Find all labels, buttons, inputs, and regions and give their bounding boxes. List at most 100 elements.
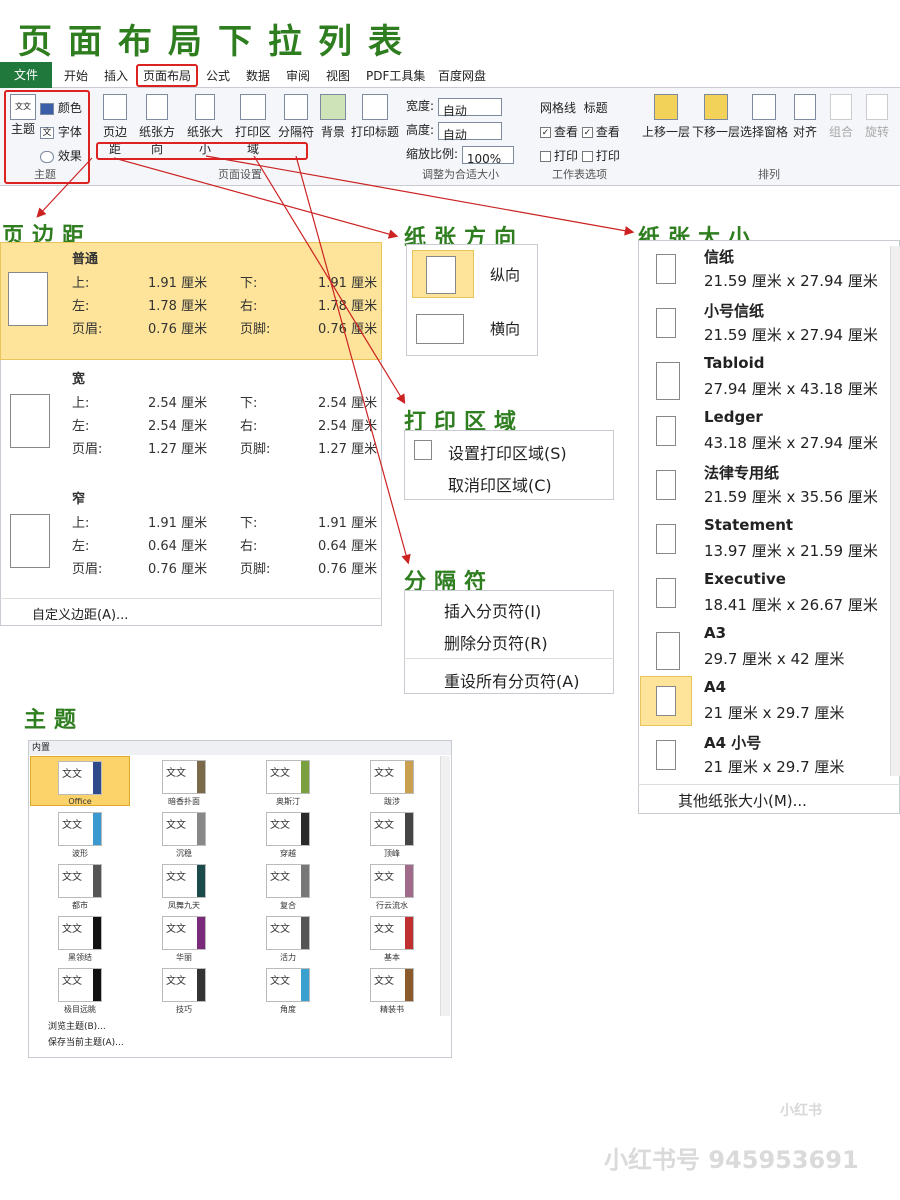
bring-forward-button[interactable]: 上移一层 [642, 94, 690, 140]
margin-right-label: 右: [240, 419, 258, 434]
set-print-area-item[interactable]: 设置打印区域(S) [448, 440, 567, 464]
theme-thumbnail-text: 文文 [62, 924, 82, 935]
theme-option[interactable]: 文文 Office [30, 756, 130, 806]
scale-group: 宽度: 自动 高度: 自动 缩放比例: 100% [406, 94, 514, 166]
reset-breaks-item[interactable]: 重设所有分页符(A) [444, 668, 579, 692]
margin-bottom-value: 1.91 厘米 [318, 276, 378, 291]
theme-option[interactable]: 文文 行云流水 [342, 860, 442, 910]
save-theme-item[interactable]: 保存当前主题(A)... [48, 1035, 124, 1048]
theme-option[interactable]: 文文 跋涉 [342, 756, 442, 806]
theme-name: Office [68, 797, 92, 806]
breaks-button[interactable]: 分隔符 [278, 94, 314, 140]
rotate-button[interactable]: 旋转 [862, 94, 892, 140]
theme-name: 精装书 [380, 1005, 404, 1014]
send-backward-icon [704, 94, 728, 120]
theme-option[interactable]: 文文 精装书 [342, 964, 442, 1014]
paper-size-item[interactable]: Ledger 43.18 厘米 x 27.94 厘米 [640, 408, 888, 462]
print-titles-button[interactable]: 打印标题 [350, 94, 400, 140]
theme-option[interactable]: 文文 基本 [342, 912, 442, 962]
theme-option[interactable]: 文文 奥斯汀 [238, 756, 338, 806]
selection-pane-button[interactable]: 选择窗格 [740, 94, 788, 140]
headings-print-checkbox[interactable] [581, 151, 593, 162]
theme-accent-bar [405, 865, 413, 897]
tab-home[interactable]: 开始 [64, 67, 88, 84]
paper-size-item[interactable]: 法律专用纸 21.59 厘米 x 35.56 厘米 [640, 462, 888, 516]
clear-print-area-item[interactable]: 取消印区域(C) [448, 472, 552, 496]
theme-option[interactable]: 文文 复合 [238, 860, 338, 910]
custom-margins-item[interactable]: 自定义边距(A)... [32, 604, 128, 623]
theme-thumbnail: 文文 [370, 812, 414, 846]
width-select[interactable]: 自动 [437, 97, 502, 118]
theme-thumbnail-text: 文文 [374, 820, 394, 831]
tab-view[interactable]: 视图 [326, 67, 350, 84]
tab-pdf-tools[interactable]: PDF工具集 [366, 67, 425, 84]
theme-option[interactable]: 文文 顶峰 [342, 808, 442, 858]
scale-input[interactable]: 100% [461, 145, 514, 166]
paper-size-item[interactable]: Statement 13.97 厘米 x 21.59 厘米 [640, 516, 888, 570]
theme-option[interactable]: 文文 华丽 [134, 912, 234, 962]
theme-option[interactable]: 文文 穿越 [238, 808, 338, 858]
margin-header-value: 0.76 厘米 [148, 562, 208, 577]
remove-break-item[interactable]: 删除分页符(R) [444, 630, 548, 654]
align-label: 对齐 [792, 125, 817, 139]
print-titles-label: 打印标题 [350, 125, 399, 139]
theme-accent-bar [93, 813, 101, 845]
theme-option[interactable]: 文文 暗香扑面 [134, 756, 234, 806]
theme-thumbnail: 文文 [266, 968, 310, 1002]
theme-thumbnail: 文文 [58, 812, 102, 846]
gridlines-print-checkbox[interactable] [540, 151, 551, 162]
landscape-option[interactable]: 横向 [490, 318, 520, 339]
theme-option[interactable]: 文文 活力 [238, 912, 338, 962]
height-select[interactable]: 自动 [437, 121, 502, 142]
tab-insert[interactable]: 插入 [104, 67, 128, 84]
group-button[interactable]: 组合 [826, 94, 856, 140]
background-button[interactable]: 背景 [318, 94, 348, 140]
browse-themes-item[interactable]: 浏览主题(B)... [48, 1019, 106, 1032]
paper-size-item[interactable]: 小号信纸 21.59 厘米 x 27.94 厘米 [640, 300, 888, 354]
theme-option[interactable]: 文文 极目远眺 [30, 964, 130, 1014]
theme-option[interactable]: 文文 角度 [238, 964, 338, 1014]
margin-top-label: 上: [72, 516, 90, 531]
send-backward-button[interactable]: 下移一层 [692, 94, 740, 140]
theme-thumbnail-text: 文文 [166, 924, 186, 935]
paper-size-item[interactable]: 信纸 21.59 厘米 x 27.94 厘米 [640, 246, 888, 300]
theme-option[interactable]: 文文 凤舞九天 [134, 860, 234, 910]
tab-formulas[interactable]: 公式 [206, 67, 230, 84]
theme-accent-bar [405, 813, 413, 845]
paper-page-icon [656, 740, 676, 770]
tab-baidu-netdisk[interactable]: 百度网盘 [438, 67, 486, 84]
margins-icon [103, 94, 127, 120]
gridlines-view-checkbox[interactable]: ✓ [540, 127, 551, 138]
paper-size-item[interactable]: Executive 18.41 厘米 x 26.67 厘米 [640, 570, 888, 624]
tab-page-layout[interactable]: 页面布局 [136, 64, 199, 87]
theme-colors-button[interactable]: 颜色 [40, 96, 82, 120]
paper-size-item[interactable]: A4 小号 21 厘米 x 29.7 厘米 [640, 732, 888, 786]
align-icon [794, 94, 816, 120]
theme-option[interactable]: 文文 技巧 [134, 964, 234, 1014]
tab-review[interactable]: 审阅 [286, 67, 310, 84]
theme-option[interactable]: 文文 波形 [30, 808, 130, 858]
theme-option[interactable]: 文文 都市 [30, 860, 130, 910]
effects-label: 效果 [57, 149, 82, 163]
paper-size-name: Executive [704, 570, 786, 588]
theme-name: 暗香扑面 [168, 797, 200, 806]
align-button[interactable]: 对齐 [790, 94, 820, 140]
theme-effects-button[interactable]: 效果 [40, 144, 82, 168]
paper-size-divider [638, 784, 900, 785]
paper-size-item[interactable]: A4 21 厘米 x 29.7 厘米 [640, 678, 888, 732]
paper-size-item[interactable]: A3 29.7 厘米 x 42 厘米 [640, 624, 888, 678]
headings-view-checkbox[interactable]: ✓ [581, 127, 593, 138]
more-paper-sizes-item[interactable]: 其他纸张大小(M)... [678, 790, 807, 811]
theme-fonts-button[interactable]: 文 字体 [40, 120, 82, 144]
theme-thumbnail: 文文 [266, 916, 310, 950]
theme-button[interactable]: 文文 主题 [8, 94, 38, 137]
paper-size-scrollbar[interactable] [890, 246, 900, 776]
tab-data[interactable]: 数据 [246, 67, 270, 84]
tab-file[interactable]: 文件 [0, 62, 52, 88]
margin-narrow-page-icon [10, 514, 50, 568]
theme-option[interactable]: 文文 黑领结 [30, 912, 130, 962]
insert-break-item[interactable]: 插入分页符(I) [444, 598, 541, 622]
theme-option[interactable]: 文文 沉稳 [134, 808, 234, 858]
paper-size-item[interactable]: Tabloid 27.94 厘米 x 43.18 厘米 [640, 354, 888, 408]
portrait-option[interactable]: 纵向 [490, 264, 520, 285]
